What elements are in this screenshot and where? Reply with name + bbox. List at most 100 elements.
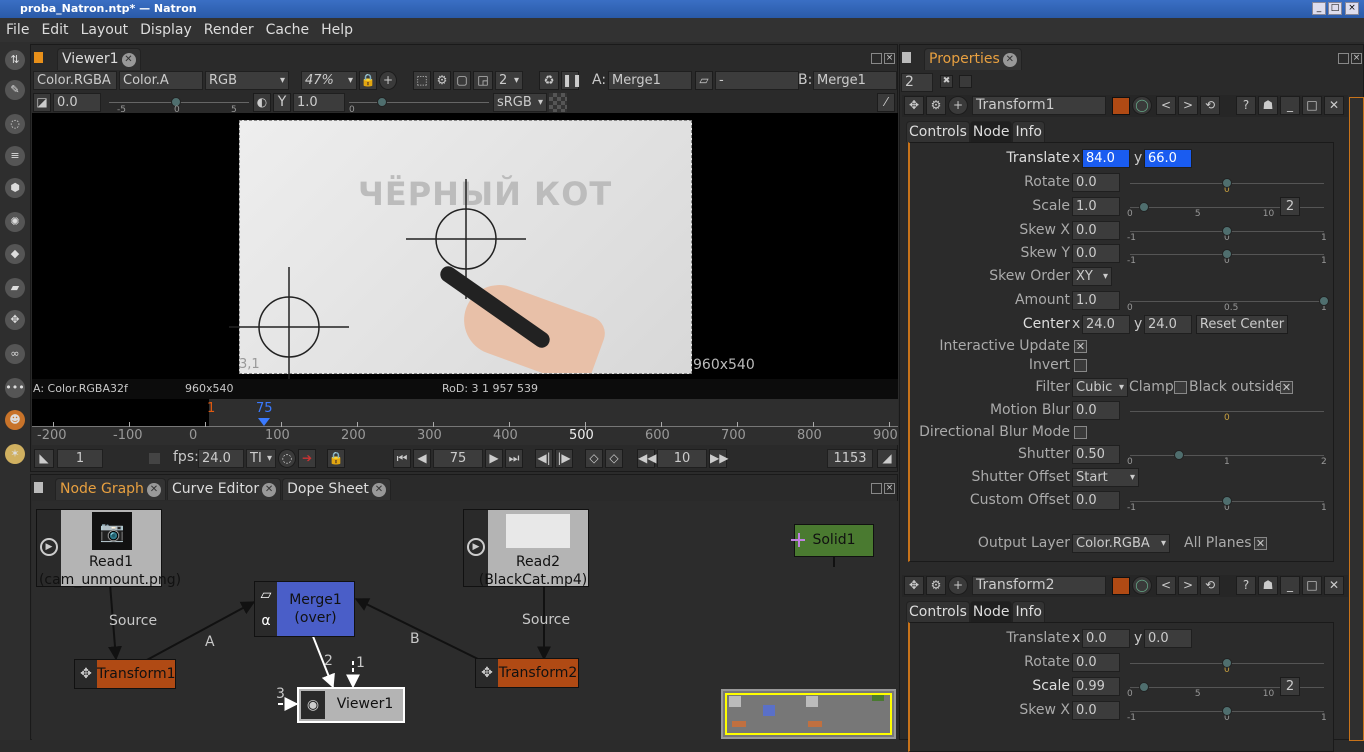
skew-x-field[interactable]: 0.0 — [1072, 221, 1120, 240]
rewind-increment-button[interactable]: ◀◀ — [637, 449, 656, 468]
skew-y-field[interactable]: 0.0 — [1072, 244, 1120, 263]
first-frame-button[interactable]: ⏮ — [393, 449, 411, 468]
skew-x-field[interactable]: 0.0 — [1072, 701, 1120, 720]
undo-icon[interactable]: < — [1156, 576, 1176, 595]
previous-frame-button[interactable]: ◀| — [535, 449, 553, 468]
filter-tool-icon[interactable]: ✺ — [5, 212, 25, 232]
translate-y-field[interactable]: 0.0 — [1144, 629, 1192, 648]
amount-field[interactable]: 1.0 — [1072, 291, 1120, 310]
custom-offset-slider-knob[interactable] — [1222, 496, 1232, 506]
rotate-field[interactable]: 0.0 — [1072, 173, 1120, 192]
pane-menu-icon[interactable] — [902, 52, 911, 63]
help-icon[interactable]: ? — [1236, 576, 1256, 595]
composite-select[interactable]: - — [715, 71, 799, 90]
slider-range-button[interactable]: 2 — [1280, 197, 1300, 216]
rotate-field[interactable]: 0.0 — [1072, 653, 1120, 672]
reset-center-button[interactable]: Reset Center — [1196, 315, 1288, 334]
navigator-minimap[interactable] — [721, 689, 896, 739]
shutter-slider[interactable] — [1130, 455, 1324, 456]
checkerboard-icon[interactable] — [549, 93, 567, 112]
node-merge1[interactable]: ▱ α Merge1 (over) — [254, 581, 355, 637]
zoom-fit-icon[interactable]: + — [379, 71, 397, 90]
all-planes-checkbox[interactable]: ✕ — [1254, 537, 1267, 550]
gamma-field[interactable]: 1.0 — [293, 93, 345, 112]
last-frame-button[interactable]: ⏭ — [505, 449, 523, 468]
node-read2[interactable]: ▶ Read2 (BlackCat.mp4) — [463, 509, 589, 588]
transform-tool-icon[interactable]: ✥ — [5, 310, 25, 330]
redo-icon[interactable]: > — [1178, 576, 1198, 595]
in-point-marker[interactable]: 1 — [207, 401, 215, 416]
help-icon[interactable]: ? — [1236, 96, 1256, 115]
float-icon[interactable]: □ — [1302, 96, 1322, 115]
next-frame-button[interactable]: |▶ — [555, 449, 573, 468]
play-icon[interactable]: ▶ — [40, 538, 58, 556]
float-pane-icon[interactable] — [871, 483, 882, 494]
merge-tool-icon[interactable]: ▰ — [5, 278, 25, 298]
translate-x-field[interactable]: 0.0 — [1082, 629, 1130, 648]
motion-blur-field[interactable]: 0.0 — [1072, 401, 1120, 420]
node-color-button[interactable] — [1112, 577, 1130, 595]
close-pane-icon[interactable]: × — [884, 53, 895, 64]
float-pane-icon[interactable] — [871, 53, 882, 64]
tab-viewer1[interactable]: Viewer1 ✕ — [57, 48, 141, 70]
paint-tool-icon[interactable]: ◌ — [5, 114, 25, 134]
tab-curve-editor[interactable]: Curve Editor ✕ — [166, 478, 282, 500]
node-name-field[interactable]: Transform2 — [972, 576, 1106, 595]
multiview-tool-icon[interactable]: ∞ — [5, 344, 25, 364]
tab-dope-sheet[interactable]: Dope Sheet ✕ — [282, 478, 391, 500]
rotate-slider-knob[interactable] — [1222, 178, 1232, 188]
plugins-tool-icon[interactable]: ☻ — [5, 410, 25, 430]
play-backward-button[interactable]: ◀ — [413, 449, 431, 468]
end-frame-field[interactable]: 1153 — [827, 449, 873, 468]
scale-field[interactable]: 1.0 — [1072, 197, 1120, 216]
node-viewer1[interactable]: ◉ Viewer1 — [297, 687, 405, 723]
minimize-panels-button[interactable] — [959, 75, 972, 88]
hide-unmodified-icon[interactable]: ☗ — [1258, 96, 1278, 115]
center-node-icon[interactable]: + — [948, 96, 968, 115]
close-pane-icon[interactable]: × — [884, 483, 895, 494]
viewport[interactable]: ЧЁРНЫЙ КОТ 3,1 960x540 — [32, 113, 898, 379]
extra-tool-icon[interactable]: ✶ — [5, 444, 25, 464]
auto-contrast-icon[interactable]: ◐ — [253, 93, 271, 112]
node-transform2[interactable]: ✥ Transform2 — [475, 658, 579, 688]
proxy-icon[interactable]: ◲ — [473, 71, 493, 90]
tab-node-graph[interactable]: Node Graph ✕ — [55, 478, 166, 500]
skew-x-slider-knob[interactable] — [1222, 226, 1232, 236]
directional-blur-mode-checkbox[interactable] — [1074, 426, 1087, 439]
menu-cache[interactable]: Cache — [266, 22, 310, 38]
minimize-icon[interactable]: _ — [1280, 96, 1300, 115]
set-out-point-icon[interactable]: ◢ — [877, 449, 897, 468]
tab-node[interactable]: Node — [969, 121, 1013, 142]
redo-icon[interactable]: > — [1178, 96, 1198, 115]
minimize-icon[interactable]: _ — [1280, 576, 1300, 595]
center-y-field[interactable]: 24.0 — [1144, 315, 1192, 334]
input-b-select[interactable]: Merge1 — [813, 71, 897, 90]
gain-field[interactable]: 0.0 — [53, 93, 101, 112]
close-icon[interactable]: ✕ — [121, 52, 136, 67]
forward-increment-button[interactable]: ▶▶ — [709, 449, 728, 468]
node-transform1[interactable]: ✥ Transform1 — [74, 659, 176, 689]
render-settings-icon[interactable]: ⚙ — [433, 71, 451, 90]
close-icon[interactable]: ✕ — [371, 482, 386, 497]
scale-field[interactable]: 0.99 — [1072, 677, 1120, 696]
close-icon[interactable]: ✕ — [262, 482, 277, 497]
skew-x-slider-knob[interactable] — [1222, 706, 1232, 716]
node-color-button[interactable] — [1112, 97, 1130, 115]
overlay-color-icon[interactable]: ◯ — [1132, 96, 1152, 115]
playback-mode-icon[interactable]: ◌ — [278, 449, 296, 468]
lock-icon[interactable]: 🔒 — [359, 71, 377, 90]
node-graph-canvas[interactable]: Source Source A B 2 1 3 ▶ 📷 Read1 (cam_u… — [32, 501, 898, 740]
time-tool-icon[interactable]: ⇅ — [5, 50, 25, 70]
current-frame-field[interactable]: 75 — [433, 449, 483, 468]
maximize-button[interactable]: □ — [1328, 2, 1342, 15]
pane-menu-icon[interactable] — [34, 52, 43, 63]
skew-y-slider-knob[interactable] — [1222, 249, 1232, 259]
tab-node[interactable]: Node — [969, 601, 1013, 622]
shutter-field[interactable]: 0.50 — [1072, 445, 1120, 464]
frame-layout-select[interactable]: 2 — [495, 71, 523, 90]
current-frame-marker[interactable]: 75 — [256, 401, 273, 416]
node-solid1[interactable]: Solid1 — [791, 524, 874, 557]
amount-slider-knob[interactable] — [1319, 296, 1329, 306]
scale-slider-knob[interactable] — [1138, 682, 1149, 692]
clip-to-project-icon[interactable]: ▢ — [453, 71, 471, 90]
